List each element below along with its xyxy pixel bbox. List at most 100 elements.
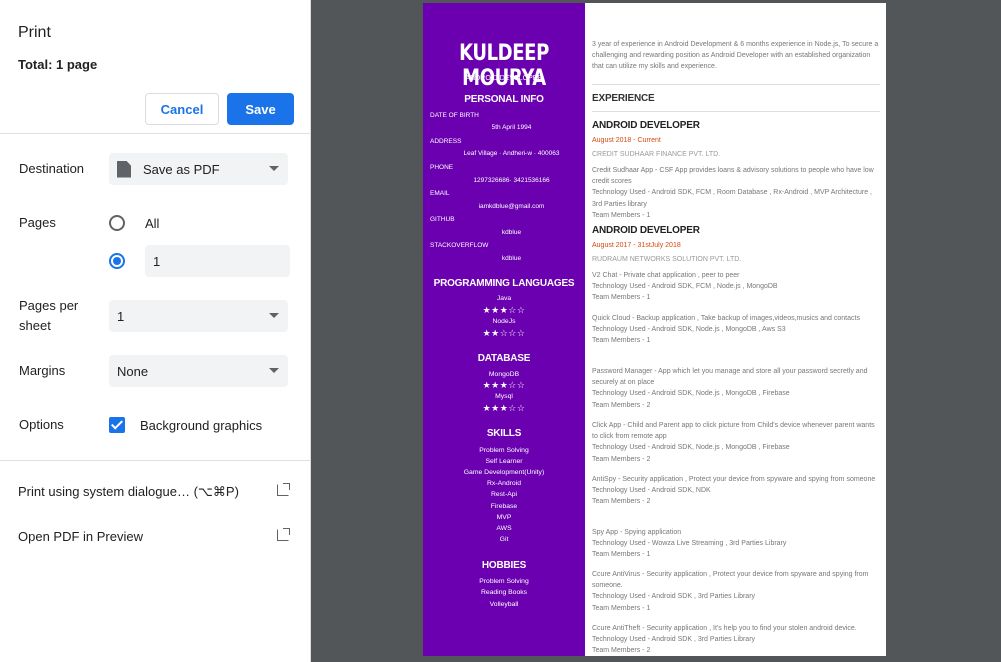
resume-name: KULDEEP MOURYA — [459, 41, 549, 91]
email-label: EMAIL — [430, 190, 450, 197]
project-description: Ccure AntiVirus - Security application ,… — [592, 571, 869, 590]
print-settings-panel: Print Total: 1 page Cancel Save Destinat… — [0, 0, 311, 662]
language-stars: ★★★☆☆ — [482, 305, 526, 315]
skill-item: AWS — [496, 525, 512, 532]
margins-label: Margins — [19, 363, 66, 378]
pages-all-radio[interactable] — [109, 215, 125, 231]
open-preview-link[interactable]: Open PDF in Preview — [18, 528, 290, 544]
skill-item: Git — [499, 536, 509, 543]
programming-heading: PROGRAMMING LANGUAGES — [433, 278, 575, 289]
options-label: Options — [19, 417, 64, 432]
database-name: Mysql — [495, 393, 513, 400]
cancel-button[interactable]: Cancel — [145, 93, 219, 125]
project-team: Team Members - 1 — [592, 551, 651, 559]
project-description: Ccure AntiTheft - Security application ,… — [592, 625, 857, 632]
github-label: GITHUB — [430, 216, 455, 223]
phone-label: PHONE — [430, 164, 454, 171]
skill-item: Game Development(Unity) — [463, 469, 545, 476]
project-tech: Technology Used - Android SDK, Node.js ,… — [592, 390, 790, 398]
external-link-icon — [277, 528, 290, 541]
github-value: kdblue — [501, 229, 522, 236]
stackoverflow-label: STACKOVERFLOW — [430, 242, 489, 249]
project-team: Team Members - 1 — [592, 211, 651, 219]
hobby-item: Problem Solving — [479, 578, 529, 585]
resume-main: 3 year of experience in Android Developm… — [585, 3, 886, 656]
project-description: Password Manager - App which let you man… — [592, 368, 868, 387]
resume-role: ANDROID DEVELOPER — [465, 75, 543, 82]
pages-custom-radio[interactable] — [109, 253, 125, 269]
project-item: Ccure AntiTheft - Security application ,… — [592, 623, 880, 656]
project-team: Team Members - 2 — [592, 498, 651, 506]
hobby-item: Reading Books — [480, 589, 528, 596]
project-item: AntiSpy - Security application , Protect… — [592, 474, 880, 508]
project-team: Team Members - 2 — [592, 401, 651, 409]
address-label: ADDRESS — [430, 138, 462, 145]
pages-custom-input[interactable] — [145, 245, 290, 277]
destination-select[interactable]: Save as PDF — [109, 153, 288, 185]
margins-select[interactable]: None — [109, 355, 288, 387]
project-item: Credit Sudhaar App - CSF App provides lo… — [592, 165, 880, 221]
external-link-icon — [277, 483, 290, 496]
language-stars: ★★☆☆☆ — [482, 328, 526, 338]
job-title: ANDROID DEVELOPER — [592, 225, 700, 236]
pages-per-sheet-label-2: sheet — [19, 318, 51, 333]
database-heading: DATABASE — [477, 353, 531, 364]
project-team: Team Members - 2 — [592, 647, 651, 655]
pages-per-sheet-value: 1 — [117, 308, 125, 324]
database-stars: ★★★☆☆ — [482, 380, 526, 390]
phone-value: 1297326686· 3421536166 — [473, 177, 550, 184]
job-company: CREDIT SUDHAAR FINANCE PVT. LTD. — [592, 151, 721, 158]
job-company: RUDRAUM NETWORKS SOLUTION PVT. LTD. — [592, 256, 742, 263]
language-name: NodeJs — [492, 318, 516, 325]
project-tech: Technology Used - Android SDK, Node.js ,… — [592, 326, 786, 334]
system-dialogue-label: Print using system dialogue… (⌥⌘P) — [18, 484, 239, 499]
project-item: Spy App - Spying application Technology … — [592, 527, 880, 561]
skill-item: Firebase — [490, 503, 518, 510]
project-team: Team Members - 1 — [592, 337, 651, 345]
resume-summary: 3 year of experience in Android Developm… — [592, 41, 879, 71]
project-description: Spy App - Spying application — [592, 529, 682, 536]
project-tech: Technology Used - Android SDK , 3rd Part… — [592, 636, 756, 644]
hobby-item: Volleyball — [489, 601, 519, 608]
margins-value: None — [117, 363, 149, 379]
system-dialogue-link[interactable]: Print using system dialogue… (⌥⌘P) — [18, 483, 290, 500]
project-tech: Technology Used - Android SDK, FCM , Nod… — [592, 283, 778, 291]
skill-item: Problem Solving — [479, 447, 529, 454]
divider — [592, 111, 880, 112]
job-date: August 2018 - Current — [592, 137, 661, 144]
divider — [0, 460, 311, 461]
address-value: Leaf Village · Andheri-w · 400063 — [463, 150, 560, 157]
print-preview-area: KULDEEP MOURYA ANDROID DEVELOPER PERSONA… — [311, 0, 1001, 662]
job-date: August 2017 - 31stJuly 2018 — [592, 242, 681, 249]
project-description: Credit Sudhaar App - CSF App provides lo… — [592, 167, 874, 186]
pages-all-label: All — [145, 216, 160, 231]
project-team: Team Members - 1 — [592, 294, 651, 302]
page-total: Total: 1 page — [18, 57, 98, 72]
pages-per-sheet-select[interactable]: 1 — [109, 300, 288, 332]
background-graphics-checkbox[interactable] — [109, 417, 125, 433]
hobbies-heading: HOBBIES — [481, 560, 527, 571]
save-button[interactable]: Save — [227, 93, 294, 125]
project-item: Password Manager - App which let you man… — [592, 366, 880, 411]
skill-item: MVP — [496, 514, 512, 521]
destination-label: Destination — [19, 161, 85, 176]
project-item: V2 Chat - Private chat application , pee… — [592, 270, 880, 304]
pdf-file-icon — [117, 160, 131, 178]
project-team: Team Members - 1 — [592, 604, 651, 612]
experience-heading: EXPERIENCE — [592, 93, 655, 104]
personal-info-heading: PERSONAL INFO — [464, 94, 544, 105]
resume-sidebar: KULDEEP MOURYA ANDROID DEVELOPER PERSONA… — [423, 3, 585, 656]
project-description: Click App - Child and Parent app to clic… — [592, 422, 875, 441]
caret-down-icon — [269, 166, 279, 171]
project-description: AntiSpy - Security application , Protect… — [592, 476, 876, 483]
project-tech: Technology Used - Android SDK, NDK — [592, 487, 711, 495]
background-graphics-label: Background graphics — [140, 418, 263, 433]
project-description: V2 Chat - Private chat application , pee… — [592, 272, 740, 279]
pages-per-sheet-label: Pages per — [19, 298, 79, 313]
destination-value: Save as PDF — [143, 161, 220, 177]
caret-down-icon — [269, 313, 279, 318]
project-tech: Technology Used - Wowza Live Streaming ,… — [592, 540, 787, 548]
stackoverflow-value: kdblue — [501, 255, 522, 262]
dob-label: DATE OF BIRTH — [430, 112, 479, 119]
project-team: Team Members - 2 — [592, 455, 651, 463]
